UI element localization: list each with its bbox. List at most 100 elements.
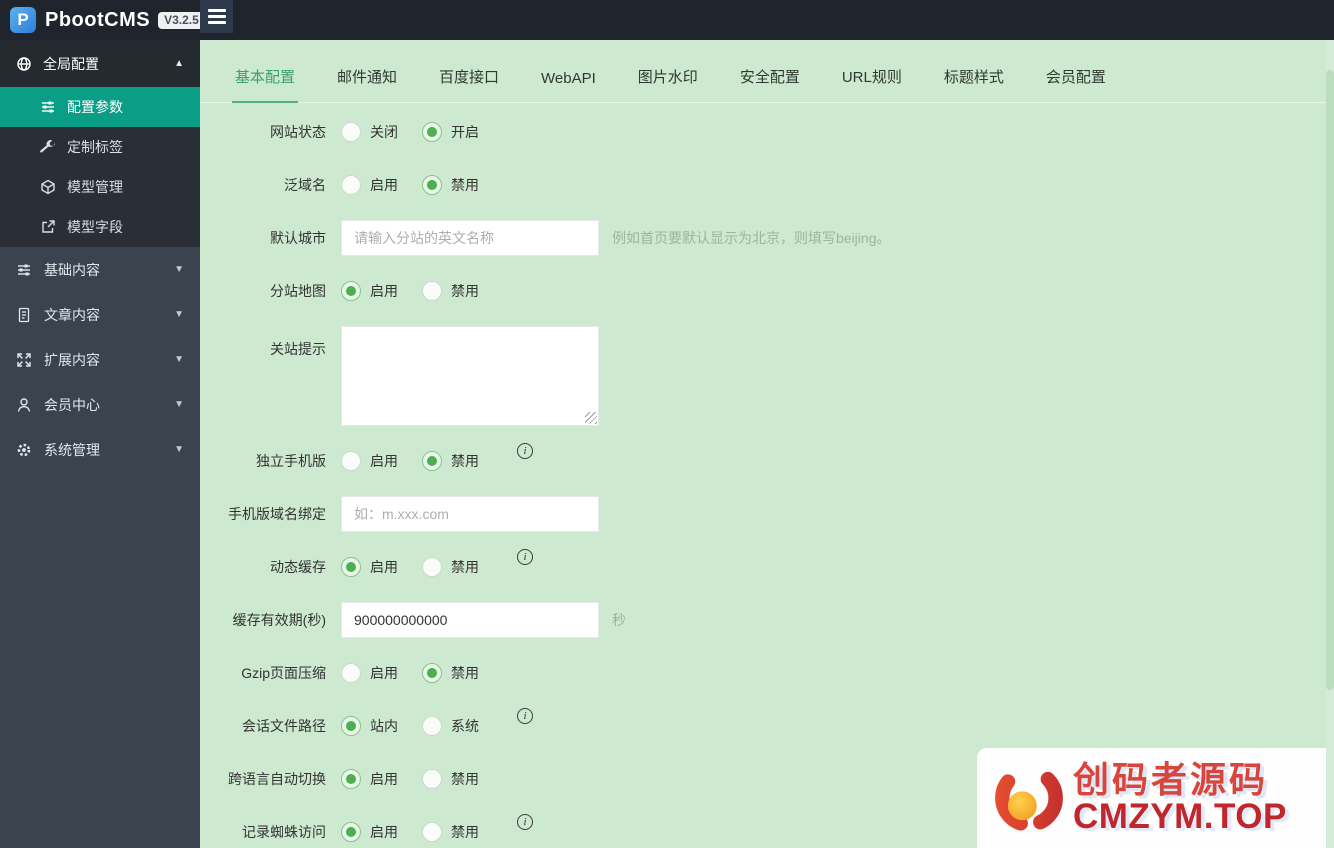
- radio-label: 禁用: [451, 283, 479, 299]
- field-hint: 例如首页要默认显示为北京，则填写beijing。: [612, 230, 891, 246]
- sidebar-item-article-content[interactable]: 文章内容: [0, 292, 200, 337]
- radio-icon: [422, 122, 442, 142]
- radio-label: 启用: [370, 559, 398, 575]
- radio-icon: [422, 557, 442, 577]
- sidebar-item-system-manage[interactable]: 系统管理: [0, 427, 200, 472]
- tab-webapi[interactable]: WebAPI: [538, 70, 599, 102]
- mobile-domain-input[interactable]: [341, 496, 599, 532]
- site-closed-message-textarea[interactable]: [341, 326, 599, 426]
- gear-icon: [16, 442, 32, 458]
- radio-option[interactable]: 禁用: [422, 281, 479, 301]
- tab-member-config[interactable]: 会员配置: [1043, 66, 1109, 102]
- field-label: 网站状态: [270, 124, 326, 140]
- radio-label: 禁用: [451, 824, 479, 840]
- site-watermark: 创码者源码 CMZYM.TOP: [977, 748, 1334, 848]
- radio-icon: [341, 769, 361, 789]
- radio-label: 关闭: [370, 124, 398, 140]
- field-label: 动态缓存: [270, 559, 326, 575]
- radio-icon: [341, 716, 361, 736]
- sidebar-item-config-params[interactable]: 配置参数: [0, 87, 200, 127]
- radio-option[interactable]: 禁用: [422, 822, 479, 842]
- field-label: 泛域名: [284, 177, 326, 193]
- form-row-default-city: 默认城市 例如首页要默认显示为北京，则填写beijing。: [200, 220, 1334, 256]
- radio-option[interactable]: 开启: [422, 122, 479, 142]
- tab-basic-config[interactable]: 基本配置: [232, 66, 299, 103]
- radio-option[interactable]: 禁用: [422, 663, 479, 683]
- default-city-input[interactable]: [341, 220, 599, 256]
- radio-icon: [422, 663, 442, 683]
- radio-option[interactable]: 启用: [341, 557, 398, 577]
- radio-icon: [422, 769, 442, 789]
- radio-option[interactable]: 启用: [341, 281, 398, 301]
- scrollbar[interactable]: [1326, 40, 1334, 848]
- field-label: 手机版域名绑定: [228, 506, 326, 522]
- field-label: Gzip页面压缩: [241, 665, 326, 681]
- form-row-gzip: Gzip页面压缩 启用 禁用: [200, 655, 1334, 691]
- tab-image-watermark[interactable]: 图片水印: [635, 66, 701, 102]
- radio-option[interactable]: 禁用: [422, 769, 479, 789]
- form-row-dynamic-cache: 动态缓存 启用 禁用: [200, 549, 1334, 585]
- radio-option[interactable]: 启用: [341, 769, 398, 789]
- info-icon[interactable]: [517, 443, 533, 459]
- radio-option[interactable]: 站内: [341, 716, 398, 736]
- menu-toggle-button[interactable]: [200, 0, 233, 33]
- hamburger-icon: [207, 9, 226, 12]
- radio-icon: [422, 175, 442, 195]
- field-label: 默认城市: [270, 230, 326, 246]
- tab-security-config[interactable]: 安全配置: [737, 66, 803, 102]
- sidebar-item-label: 模型管理: [67, 179, 123, 195]
- scrollbar-thumb[interactable]: [1326, 70, 1334, 690]
- sidebar-item-label: 会员中心: [44, 396, 100, 413]
- sidebar-item-label: 模型字段: [67, 219, 123, 235]
- chevron-down-icon: [174, 444, 184, 455]
- sidebar-item-custom-tags[interactable]: 定制标签: [0, 127, 200, 167]
- form-row-mobile-version: 独立手机版 启用 禁用: [200, 443, 1334, 479]
- radio-label: 启用: [370, 824, 398, 840]
- sidebar-item-global-config[interactable]: 全局配置: [0, 40, 200, 87]
- sidebar-item-model-fields[interactable]: 模型字段: [0, 207, 200, 247]
- radio-icon: [341, 122, 361, 142]
- form-row-substation-map: 分站地图 启用 禁用: [200, 273, 1334, 309]
- tab-url-rules[interactable]: URL规则: [839, 66, 905, 102]
- sliders-icon: [16, 262, 32, 278]
- radio-option[interactable]: 启用: [341, 822, 398, 842]
- expand-icon: [16, 352, 32, 368]
- sidebar-item-model-manage[interactable]: 模型管理: [0, 167, 200, 207]
- form-row-site-status: 网站状态 关闭 开启: [200, 114, 1334, 150]
- form-row-closed-message: 关站提示: [200, 326, 1334, 426]
- form-row-mobile-domain: 手机版域名绑定: [200, 496, 1334, 532]
- sidebar-item-basic-content[interactable]: 基础内容: [0, 247, 200, 292]
- tab-mail-notify[interactable]: 邮件通知: [334, 66, 400, 102]
- radio-icon: [341, 281, 361, 301]
- radio-option[interactable]: 启用: [341, 175, 398, 195]
- form-row-session-path: 会话文件路径 站内 系统: [200, 708, 1334, 744]
- radio-option[interactable]: 禁用: [422, 175, 479, 195]
- tab-title-style[interactable]: 标题样式: [941, 66, 1007, 102]
- info-icon[interactable]: [517, 549, 533, 565]
- field-label: 记录蜘蛛访问: [242, 824, 326, 840]
- resize-grip-icon[interactable]: [585, 412, 597, 424]
- radio-option[interactable]: 启用: [341, 663, 398, 683]
- config-tabbar: 基本配置 邮件通知 百度接口 WebAPI 图片水印 安全配置 URL规则 标题…: [200, 40, 1334, 103]
- info-icon[interactable]: [517, 708, 533, 724]
- sidebar-item-label: 配置参数: [67, 99, 123, 115]
- sidebar-item-extended-content[interactable]: 扩展内容: [0, 337, 200, 382]
- radio-label: 禁用: [451, 771, 479, 787]
- radio-option[interactable]: 系统: [422, 716, 479, 736]
- topbar: P PbootCMS V3.2.5: [0, 0, 1334, 40]
- info-icon[interactable]: [517, 814, 533, 830]
- tab-baidu-api[interactable]: 百度接口: [436, 66, 502, 102]
- cache-expiry-input[interactable]: [341, 602, 599, 638]
- radio-option[interactable]: 禁用: [422, 557, 479, 577]
- chevron-down-icon: [174, 399, 184, 410]
- radio-label: 启用: [370, 665, 398, 681]
- sidebar-item-member-center[interactable]: 会员中心: [0, 382, 200, 427]
- radio-option[interactable]: 启用: [341, 451, 398, 471]
- basic-config-form: 网站状态 关闭 开启 泛域名 启用 禁用 默认城市 请输入分站的英文名称 例如首…: [200, 103, 1334, 848]
- globe-icon: [16, 56, 32, 72]
- sidebar-item-label: 全局配置: [43, 55, 99, 72]
- radio-label: 开启: [451, 124, 479, 140]
- radio-option[interactable]: 关闭: [341, 122, 398, 142]
- sidebar-item-label: 定制标签: [67, 139, 123, 155]
- radio-option[interactable]: 禁用: [422, 451, 479, 471]
